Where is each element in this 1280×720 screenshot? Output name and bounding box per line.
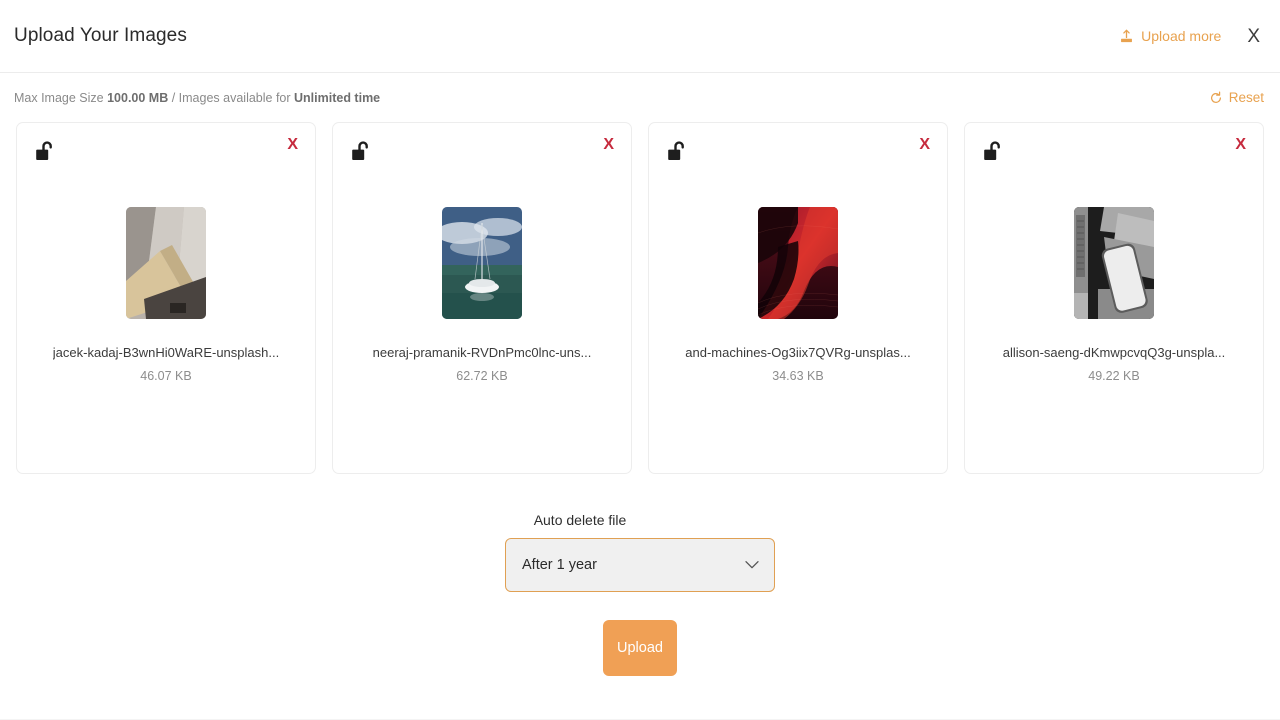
unlock-icon[interactable] — [982, 140, 1004, 164]
image-filename: and-machines-Og3iix7QVRg-unsplas... — [685, 345, 911, 360]
info-middle: / Images available for — [168, 90, 295, 105]
image-card[interactable]: X jacek-kadaj-B3wnHi0WaRE-unsplash... 46… — [16, 122, 316, 474]
upload-icon — [1119, 29, 1134, 44]
image-filesize: 49.22 KB — [1088, 369, 1140, 383]
page-title: Upload Your Images — [14, 25, 187, 46]
auto-delete-label: Auto delete file — [533, 512, 627, 528]
refresh-icon — [1209, 91, 1223, 105]
close-icon[interactable]: X — [1243, 25, 1264, 48]
info-bar: Max Image Size 100.00 MB / Images availa… — [0, 73, 1280, 122]
size-availability-text: Max Image Size 100.00 MB / Images availa… — [14, 91, 380, 105]
thumbnail-sailboat-ocean — [442, 207, 522, 319]
image-card[interactable]: X neeraj-pramanik-RVDnPmc0lnc-uns... 62.… — [332, 122, 632, 474]
reset-button[interactable]: Reset — [1209, 90, 1264, 105]
info-prefix: Max Image Size — [14, 90, 108, 105]
thumbnail-phone-greyscale — [1074, 207, 1154, 319]
image-cards-grid: X jacek-kadaj-B3wnHi0WaRE-unsplash... 46… — [0, 122, 1280, 474]
image-filesize: 46.07 KB — [140, 369, 192, 383]
upload-button[interactable]: Upload — [603, 620, 677, 676]
upload-more-label: Upload more — [1141, 28, 1222, 44]
auto-delete-select-wrapper: After 1 year — [505, 538, 775, 592]
image-filename: allison-saeng-dKmwpcvqQ3g-unspla... — [1002, 345, 1226, 360]
upload-more-button[interactable]: Upload more — [1119, 28, 1221, 44]
page-header: Upload Your Images Upload more X — [0, 0, 1280, 73]
unlock-icon[interactable] — [34, 140, 56, 164]
header-actions: Upload more X — [1119, 25, 1264, 48]
image-filesize: 34.63 KB — [772, 369, 824, 383]
auto-delete-select[interactable]: After 1 year — [505, 538, 775, 592]
image-card[interactable]: X and-machines-Og3iix7QVRg-unsplas... 34… — [648, 122, 948, 474]
image-filesize: 62.72 KB — [456, 369, 508, 383]
unlock-icon[interactable] — [350, 140, 372, 164]
availability-value: Unlimited time — [294, 90, 381, 105]
remove-image-button[interactable]: X — [287, 137, 298, 153]
image-card[interactable]: X allison-saeng-dKmwpcvqQ3g-unspla... 49… — [964, 122, 1264, 474]
reset-label: Reset — [1228, 90, 1264, 105]
upload-controls: Auto delete file After 1 year Upload — [0, 512, 1280, 676]
remove-image-button[interactable]: X — [603, 137, 614, 153]
max-image-size-value: 100.00 MB — [107, 90, 169, 105]
image-filename: neeraj-pramanik-RVDnPmc0lnc-uns... — [372, 345, 592, 360]
remove-image-button[interactable]: X — [1235, 137, 1246, 153]
remove-image-button[interactable]: X — [919, 137, 930, 153]
thumbnail-concrete-surfaces — [126, 207, 206, 319]
unlock-icon[interactable] — [666, 140, 688, 164]
thumbnail-red-abstract-wave — [758, 207, 838, 319]
image-filename: jacek-kadaj-B3wnHi0WaRE-unsplash... — [52, 345, 280, 360]
